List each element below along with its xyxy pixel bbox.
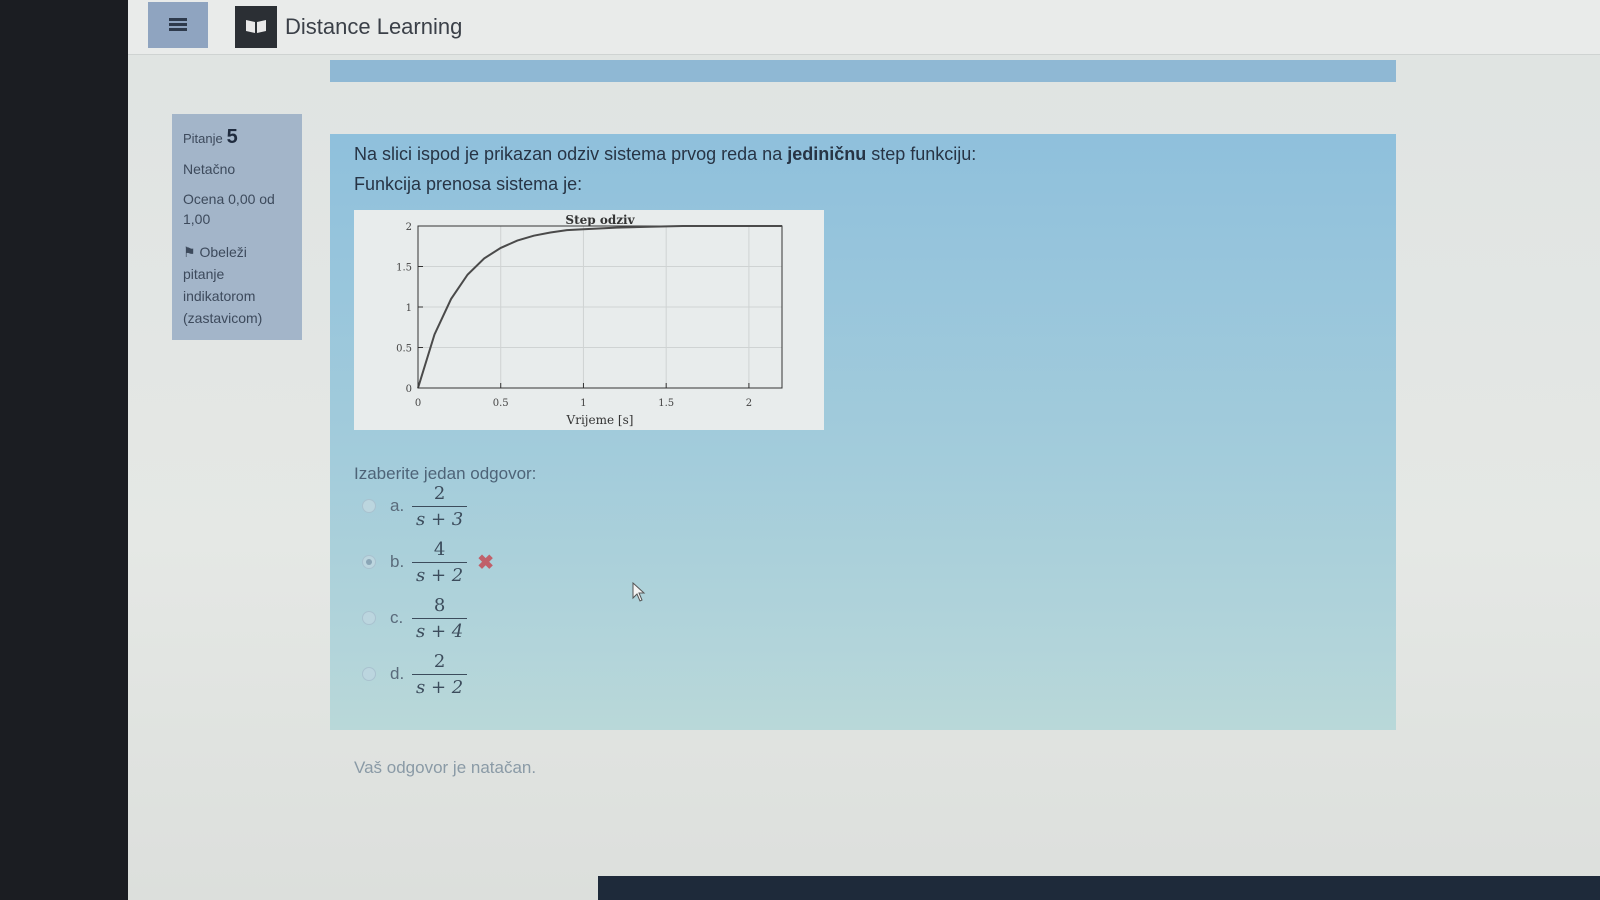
fraction-denominator: s + 4 [412, 617, 468, 642]
fraction-numerator: 8 [433, 594, 446, 616]
question-grade: Ocena 0,00 od 1,00 [183, 191, 275, 227]
answer-radio[interactable] [362, 611, 376, 625]
fraction-denominator: s + 3 [412, 505, 468, 530]
question-number-row: Pitanje 5 [183, 126, 291, 149]
y-tick-label: 2 [406, 222, 412, 233]
answer-fraction: 8s + 4 [412, 594, 468, 642]
answer-option[interactable]: b. 4 s + 2 ✖ [362, 536, 494, 588]
fraction-denominator: s + 2 [412, 673, 468, 698]
navbar: Distance Learning [128, 0, 1600, 55]
menu-button[interactable] [148, 2, 208, 48]
fraction-numerator: 2 [433, 650, 446, 672]
x-tick-label: 1 [580, 398, 586, 409]
answer-fraction: 2s + 2 [412, 650, 468, 698]
question-formulation: Na slici ispod je prikazan odziv sistema… [330, 134, 1396, 730]
answer-option[interactable]: d. 2 s + 2 [362, 648, 468, 700]
flag-icon: ⚑ [183, 244, 196, 260]
question-text: Na slici ispod je prikazan odziv sistema… [354, 144, 976, 165]
step-response-chart: 0 0.5 1 1.5 2 0 0.5 1 1.5 2 Step odziv Vrijeme [s… [354, 210, 824, 430]
fraction-numerator: 2 [433, 482, 446, 504]
book-icon[interactable] [235, 6, 277, 48]
fraction-numerator: 4 [433, 538, 446, 560]
chart-xlabel: Vrijeme [s] [566, 413, 634, 427]
x-tick-label: 2 [746, 398, 752, 409]
y-tick-label: 1.5 [396, 263, 412, 274]
question-info: Pitanje 5 Netačno Ocena 0,00 od 1,00 ⚑ O… [172, 114, 302, 340]
fraction-denominator: s + 2 [412, 561, 468, 586]
answer-radio[interactable] [362, 555, 376, 569]
answer-letter: d. [390, 664, 405, 683]
answer-radio[interactable] [362, 499, 376, 513]
x-tick-label: 1.5 [658, 398, 674, 409]
y-tick-label: 1 [406, 303, 412, 314]
answer-letter: b. [390, 552, 405, 571]
chart-svg: 0 0.5 1 1.5 2 0 0.5 1 1.5 2 Step odziv Vrijeme [s… [396, 213, 783, 427]
answer-letter: a. [390, 496, 405, 515]
mouse-cursor-icon [632, 581, 646, 607]
question-status: Netačno [183, 161, 236, 177]
question-text-bold: jediničnu [787, 144, 867, 164]
y-tick-label: 0 [406, 384, 412, 395]
incorrect-icon: ✖ [477, 551, 494, 574]
question-text-before: Na slici ispod je prikazan odziv sistema… [354, 144, 788, 164]
y-tick-label: 0.5 [396, 344, 412, 355]
question-number: 5 [226, 126, 238, 148]
answer-radio[interactable] [362, 667, 376, 681]
x-tick-label: 0 [415, 398, 421, 409]
answer-option[interactable]: c. 8 s + 4 [362, 592, 468, 644]
chart-title: Step odziv [565, 213, 635, 227]
answer-fraction: 4s + 2 [412, 538, 468, 586]
question-text-after: step funkciju: [866, 144, 977, 164]
answer-fraction: 2s + 3 [412, 482, 468, 530]
question-subtext: Funkcija prenosa sistema je: [354, 174, 583, 194]
taskbar [598, 876, 1600, 900]
site-name[interactable]: Distance Learning [285, 14, 462, 40]
question-label: Pitanje [183, 131, 223, 146]
flag-question-link[interactable]: ⚑ Obeleži pitanje indikatorom (zastavico… [183, 241, 291, 329]
feedback-text: Vaš odgovor je natačan. [354, 758, 537, 777]
browser-viewport: Distance Learning Pitanje 5 Netačno Ocen… [128, 0, 1600, 900]
answer-option[interactable]: a. 2 s + 3 [362, 480, 468, 532]
question-nav-strip [330, 60, 1396, 82]
x-tick-label: 0.5 [493, 398, 509, 409]
answer-letter: c. [390, 608, 404, 627]
hamburger-icon [169, 18, 187, 32]
